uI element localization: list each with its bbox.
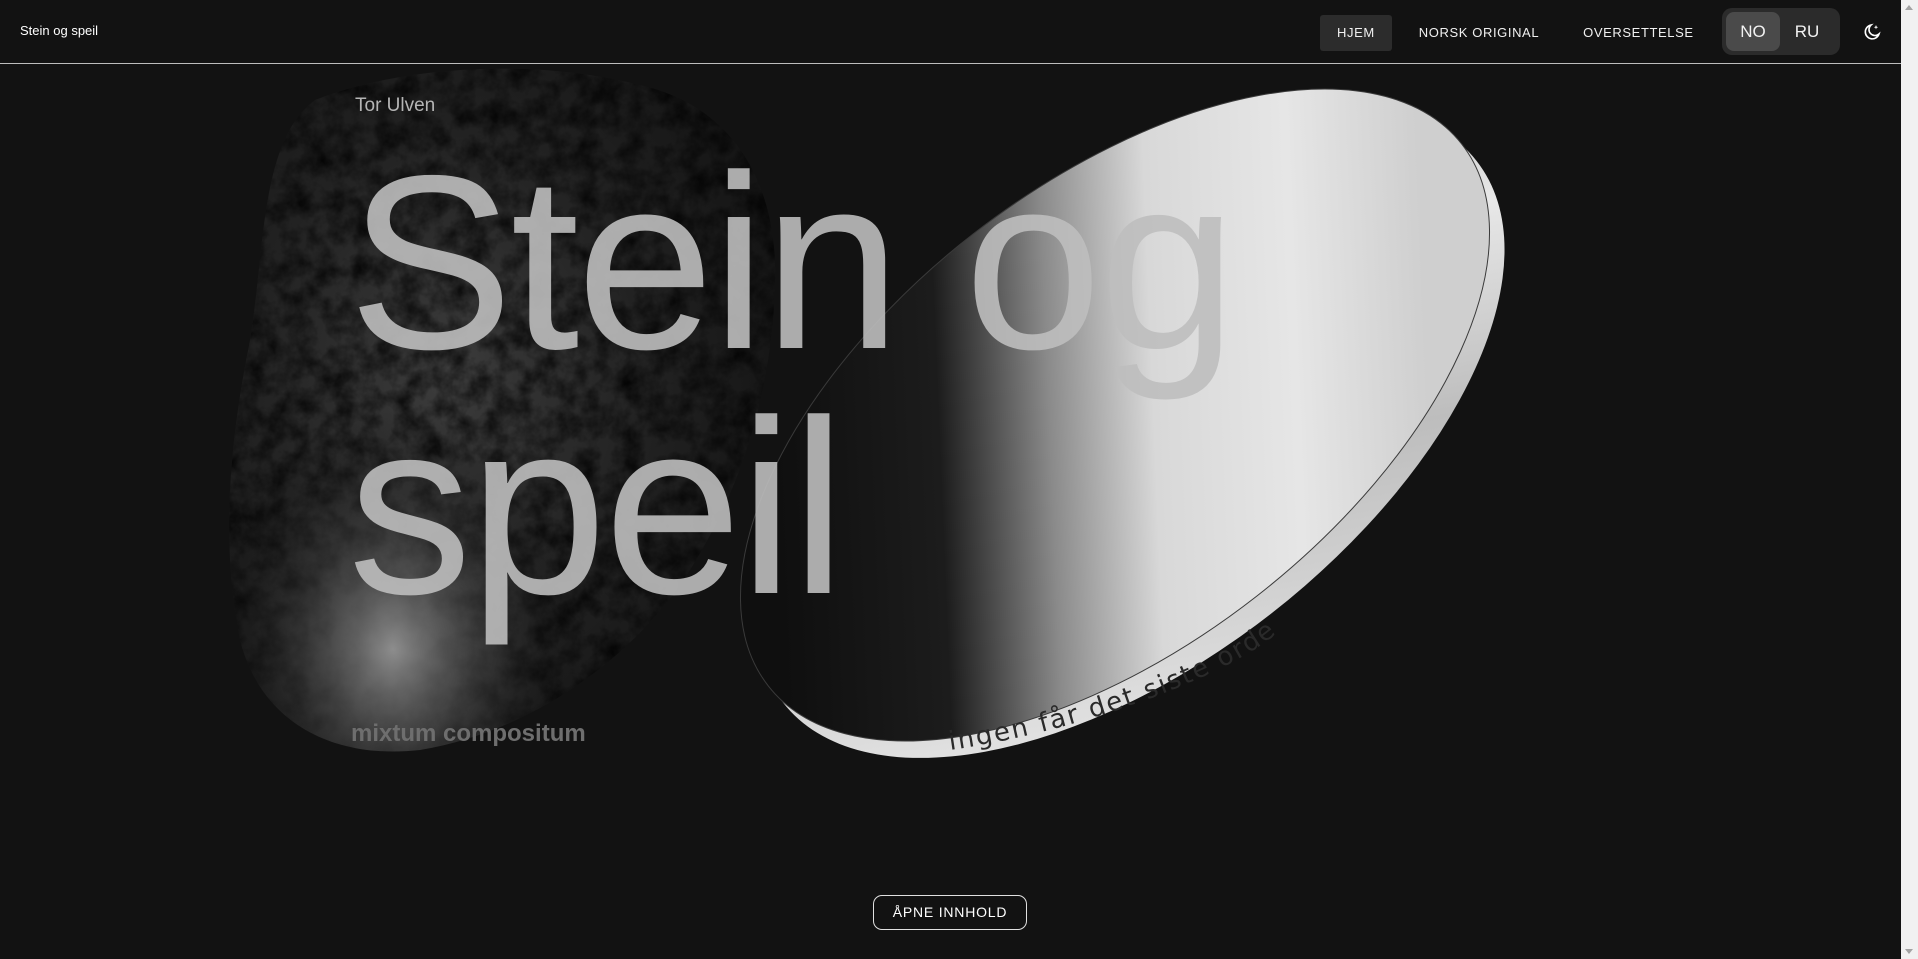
page-title-line-2: speil [348,368,846,646]
page-scrollbar[interactable] [1901,0,1918,959]
open-contents-button[interactable]: ÅPNE INNHOLD [873,895,1027,930]
top-navigation-bar: Stein og speil HJEM NORSK ORIGINAL OVERS… [0,0,1901,64]
page-subtitle: mixtum compositum [351,720,586,747]
moon-star-icon[interactable] [1862,22,1882,42]
nav-item-oversettelse[interactable]: OVERSETTELSE [1566,15,1711,51]
site-title-link[interactable]: Stein og speil [20,23,98,38]
scroll-down-arrow-icon[interactable] [1905,949,1913,954]
page: Stein og speil HJEM NORSK ORIGINAL OVERS… [0,0,1918,959]
author-name: Tor Ulven [355,95,436,116]
language-button-ru[interactable]: RU [1780,12,1834,51]
nav-item-norsk-original[interactable]: NORSK ORIGINAL [1402,15,1556,51]
language-toggle: NO RU [1722,8,1840,55]
scroll-up-arrow-icon[interactable] [1905,5,1913,10]
language-button-no[interactable]: NO [1726,12,1780,51]
main-nav: HJEM NORSK ORIGINAL OVERSETTELSE [1320,15,1721,51]
page-title: Stein og speil [348,138,1448,631]
page-title-line-1: Stein og [348,123,1237,401]
nav-item-hjem[interactable]: HJEM [1320,15,1392,51]
